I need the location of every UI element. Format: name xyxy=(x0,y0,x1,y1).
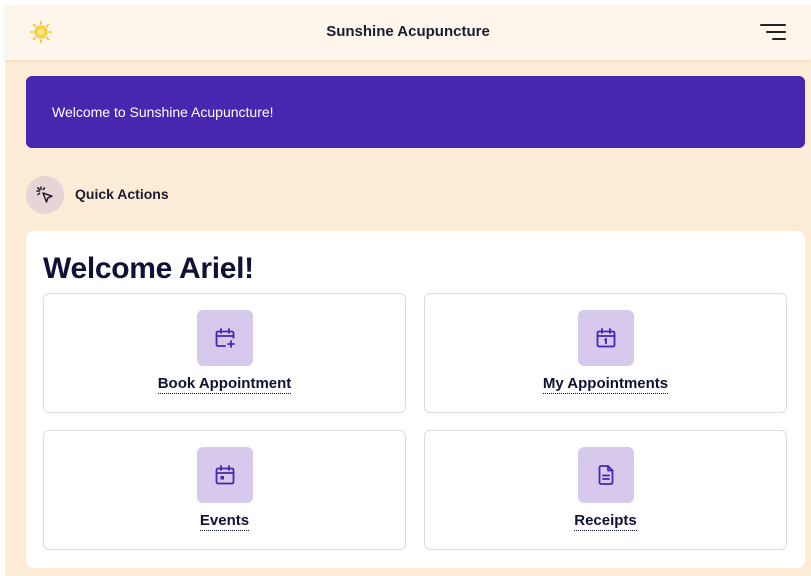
menu-icon[interactable] xyxy=(760,21,786,43)
top-bar: Sunshine Acupuncture xyxy=(5,5,811,60)
app-title: Sunshine Acupuncture xyxy=(326,23,490,40)
book-appointment-tile xyxy=(196,310,253,366)
calendar-plus-icon xyxy=(215,328,235,348)
quick-actions-label: Quick Actions xyxy=(75,186,169,202)
events-card[interactable]: Events xyxy=(43,430,406,550)
events-label: Events xyxy=(199,512,250,531)
welcome-banner: Welcome to Sunshine Acupuncture! xyxy=(26,76,805,148)
dashboard-panel: Welcome Ariel! Book Appointment My Appoi… xyxy=(26,231,805,568)
receipts-tile xyxy=(577,447,634,503)
calendar-day-icon xyxy=(596,328,615,348)
calendar-event-icon xyxy=(215,465,234,485)
sparkle-cursor-icon xyxy=(26,176,64,214)
book-appointment-card[interactable]: Book Appointment xyxy=(43,293,406,413)
my-appointments-tile xyxy=(577,310,634,366)
events-tile xyxy=(196,447,253,503)
document-icon xyxy=(598,465,613,485)
receipts-label: Receipts xyxy=(574,512,637,531)
my-appointments-card[interactable]: My Appointments xyxy=(424,293,787,413)
book-appointment-label: Book Appointment xyxy=(157,375,292,394)
receipts-card[interactable]: Receipts xyxy=(424,430,787,550)
welcome-heading: Welcome Ariel! xyxy=(43,252,254,285)
my-appointments-label: My Appointments xyxy=(542,375,669,394)
app-frame: Sunshine Acupuncture Welcome to Sunshine… xyxy=(5,5,811,576)
